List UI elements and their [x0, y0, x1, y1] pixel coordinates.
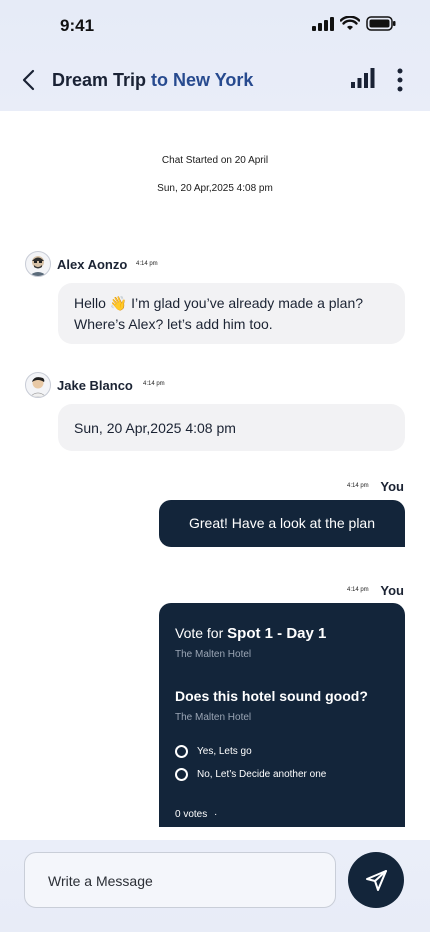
poll-stats-icon[interactable]	[351, 68, 375, 88]
sender-you: You	[380, 479, 404, 494]
wifi-icon	[340, 16, 360, 30]
avatar-jake[interactable]	[25, 372, 51, 398]
poll-card: Vote for Spot 1 - Day 1 The Malten Hotel…	[159, 603, 405, 827]
chat-started-datetime: Sun, 20 Apr,2025 4:08 pm	[157, 183, 273, 194]
sender-you: You	[380, 583, 404, 598]
chat-started-label: Chat Started on 20 April	[161, 155, 269, 166]
message-bubble-outgoing: Great! Have a look at the plan	[159, 500, 405, 547]
avatar-jake-icon	[29, 377, 47, 397]
battery-icon	[366, 16, 396, 31]
poll-votes-text: 0 votes	[175, 809, 208, 820]
title-main: Dream Trip	[52, 70, 152, 90]
poll-votes-count: 0 votes ·	[175, 809, 217, 820]
poll-option-radio[interactable]	[175, 768, 188, 781]
message-time: 4:14 pm	[136, 261, 158, 267]
avatar-alex-icon	[29, 256, 47, 276]
poll-vote-prefix: Vote for	[175, 625, 228, 641]
message-time: 4:14 pm	[347, 587, 369, 593]
poll-option-radio[interactable]	[175, 745, 188, 758]
avatar-alex[interactable]	[25, 251, 51, 277]
poll-option-label[interactable]: Yes, Lets go	[197, 746, 252, 757]
more-options-icon[interactable]	[393, 68, 407, 92]
message-composer: Write a Message	[0, 840, 430, 932]
poll-option-label[interactable]: No, Let’s Decide another one	[197, 769, 326, 780]
message-time: 4:14 pm	[143, 381, 165, 387]
message-bubble: Sun, 20 Apr,2025 4:08 pm	[58, 404, 405, 451]
poll-subtitle: The Malten Hotel	[175, 649, 252, 660]
poll-question-sub: The Malten Hotel	[175, 712, 252, 723]
poll-question: Does this hotel sound good?	[175, 688, 368, 704]
title-accent: to New York	[151, 70, 254, 90]
poll-vote-title: Spot 1 - Day 1	[227, 625, 327, 642]
sender-name: Jake Blanco	[57, 378, 133, 393]
poll-votes-separator: ·	[214, 809, 218, 820]
message-time: 4:14 pm	[347, 483, 369, 489]
poll-heading: Vote for Spot 1 - Day 1	[175, 625, 326, 642]
page-title: Dream Trip to New York	[52, 70, 253, 91]
send-icon	[366, 870, 387, 891]
status-time: 9:41	[60, 16, 95, 35]
chat-header: 9:41 Dream Trip to New York	[0, 0, 430, 111]
sender-name: Alex Aonzo	[57, 257, 128, 272]
status-icons	[312, 16, 396, 31]
message-input[interactable]: Write a Message	[24, 852, 336, 908]
message-bubble: Hello 👋 I’m glad you’ve already made a p…	[58, 283, 405, 344]
back-arrow-icon[interactable]	[20, 68, 40, 92]
send-button[interactable]	[348, 852, 404, 908]
cellular-signal-icon	[312, 16, 334, 31]
